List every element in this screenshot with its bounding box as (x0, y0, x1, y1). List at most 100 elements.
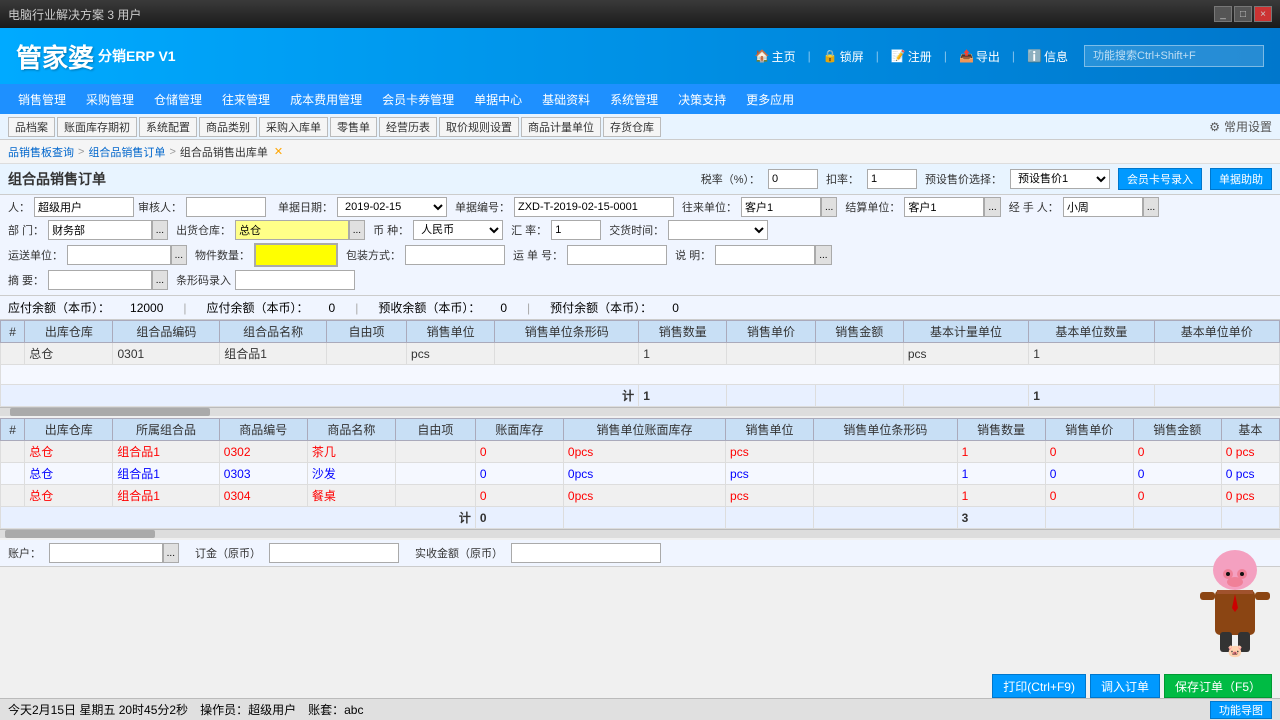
toolbar-product-file[interactable]: 品档案 (8, 117, 55, 137)
note-input[interactable] (715, 245, 815, 265)
barcode-input[interactable] (235, 270, 355, 290)
maximize-btn[interactable]: □ (1234, 6, 1252, 22)
help-btn[interactable]: 单据助助 (1210, 168, 1272, 190)
dept-input[interactable] (48, 220, 152, 240)
menu-bills[interactable]: 单据中心 (464, 87, 532, 112)
ship-select-btn[interactable]: ... (171, 245, 187, 265)
main-table-summary: 计 1 1 (1, 385, 1280, 407)
toolbar-settings[interactable]: ⚙ 常用设置 (1209, 118, 1272, 135)
menu-cost[interactable]: 成本费用管理 (280, 87, 372, 112)
remarks-select-btn[interactable]: ... (152, 270, 168, 290)
close-btn[interactable]: × (1254, 6, 1272, 22)
sub-col-amount: 销售金额 (1133, 419, 1221, 441)
qty-label: 物件数量： (195, 247, 250, 263)
toolbar-retail[interactable]: 零售单 (330, 117, 377, 137)
toolbar-measure[interactable]: 商品计量单位 (521, 117, 601, 137)
toolbar-product-category[interactable]: 商品类别 (199, 117, 257, 137)
table-row-empty (1, 365, 1280, 385)
tax-input[interactable] (768, 169, 818, 189)
sub-col-price: 销售单价 (1045, 419, 1133, 441)
menu-decision[interactable]: 决策支持 (668, 87, 736, 112)
discount-input[interactable] (867, 169, 917, 189)
pack-label: 包装方式： (346, 247, 401, 263)
warehouse-select-btn[interactable]: ... (349, 220, 365, 240)
operator-input[interactable] (34, 197, 134, 217)
statusbar: 今天2月15日 星期五 20时45分2秒 操作员： 超级用户 账套： abc 功… (0, 698, 1280, 720)
member-card-btn[interactable]: 会员卡号录入 (1118, 168, 1202, 190)
account-select-btn[interactable]: ... (163, 543, 179, 563)
settle-input[interactable] (904, 197, 984, 217)
account-input[interactable] (49, 543, 163, 563)
waybill-input[interactable] (567, 245, 667, 265)
sub-col-free: 自由项 (395, 419, 475, 441)
nav-lock[interactable]: 🔒 锁屏 (823, 48, 864, 65)
approver-input[interactable] (186, 197, 266, 217)
save-btn[interactable]: 保存订单（F5） (1164, 674, 1272, 698)
table-row[interactable]: 总仓 0301 组合品1 pcs 1 pcs 1 (1, 343, 1280, 365)
toolbar-history[interactable]: 经营历表 (379, 117, 437, 137)
import-btn[interactable]: 调入订单 (1090, 674, 1160, 698)
handler-input[interactable] (1063, 197, 1143, 217)
toolbar-purchase-in[interactable]: 采购入库单 (259, 117, 328, 137)
sub-table-row[interactable]: 总仓 组合品1 0303 沙发 0 0pcs pcs 1 0 0 0 pcs (1, 463, 1280, 485)
menu-sales[interactable]: 销售管理 (8, 87, 76, 112)
menu-basic[interactable]: 基础资料 (532, 87, 600, 112)
header-search-input[interactable] (1084, 45, 1264, 67)
exchange-label: 交货时间： (609, 222, 664, 238)
breadcrumb-indicator: ✕ (274, 145, 283, 158)
sub-table-container: # 出库仓库 所属组合品 商品编号 商品名称 自由项 账面库存 销售单位账面库存… (0, 418, 1280, 530)
breadcrumb-item-2[interactable]: 组合品销售订单 (88, 144, 165, 160)
sub-table-scrollbar[interactable] (0, 530, 1280, 538)
sub-col-unit-stock: 销售单位账面库存 (563, 419, 725, 441)
rate-input[interactable] (551, 220, 601, 240)
nav-info[interactable]: ℹ️ 信息 (1027, 48, 1068, 65)
tax-label: 税率（%）： (701, 171, 760, 187)
handler-select-btn[interactable]: ... (1143, 197, 1159, 217)
toolbar-warehouse[interactable]: 存货仓库 (603, 117, 661, 137)
qty-input[interactable] (256, 245, 336, 265)
dept-select-btn[interactable]: ... (152, 220, 168, 240)
date-input[interactable]: 2019-02-15 (337, 197, 447, 217)
toolbar-account-stock[interactable]: 账面库存期初 (57, 117, 137, 137)
preset-select[interactable]: 预设售价1 (1010, 169, 1110, 189)
menu-purchase[interactable]: 采购管理 (76, 87, 144, 112)
settle-select-btn[interactable]: ... (984, 197, 1000, 217)
nav-register[interactable]: 📝 注册 (891, 48, 932, 65)
exchange-select[interactable] (668, 220, 768, 240)
ship-input[interactable] (67, 245, 171, 265)
cell-base-qty: 1 (1029, 343, 1154, 365)
note-select-btn[interactable]: ... (815, 245, 831, 265)
toolbar-config[interactable]: 系统配置 (139, 117, 197, 137)
toolbar-price-rules[interactable]: 取价规则设置 (439, 117, 519, 137)
pack-input[interactable] (405, 245, 505, 265)
partner-input[interactable] (741, 197, 821, 217)
warehouse-input[interactable] (235, 220, 349, 240)
breadcrumb-item-1[interactable]: 品销售板查询 (8, 144, 74, 160)
payable-value: 12000 (130, 301, 163, 315)
sub-col-unit: 销售单位 (726, 419, 814, 441)
main-table-container: # 出库仓库 组合品编码 组合品名称 自由项 销售单位 销售单位条形码 销售数量… (0, 320, 1280, 408)
menu-member[interactable]: 会员卡券管理 (372, 87, 464, 112)
menu-more[interactable]: 更多应用 (736, 87, 804, 112)
menu-relations[interactable]: 往来管理 (212, 87, 280, 112)
menu-warehouse[interactable]: 仓储管理 (144, 87, 212, 112)
partner-select-btn[interactable]: ... (821, 197, 837, 217)
cell-price (727, 343, 815, 365)
order-amount-input[interactable] (269, 543, 399, 563)
remarks-input[interactable] (48, 270, 152, 290)
col-free: 自由项 (327, 321, 407, 343)
approver-label: 审核人： (138, 199, 182, 215)
sub-col-qty: 销售数量 (957, 419, 1045, 441)
order-no-input[interactable] (514, 197, 674, 217)
sub-table-row[interactable]: 总仓 组合品1 0302 茶几 0 0pcs pcs 1 0 0 0 pcs (1, 441, 1280, 463)
main-table-scrollbar[interactable] (0, 408, 1280, 416)
function-map-btn[interactable]: 功能导图 (1210, 701, 1272, 719)
currency-select[interactable]: 人民币 (413, 220, 503, 240)
nav-export[interactable]: 📤 导出 (959, 48, 1000, 65)
minimize-btn[interactable]: _ (1214, 6, 1232, 22)
nav-home[interactable]: 🏠 主页 (755, 48, 796, 65)
menu-system[interactable]: 系统管理 (600, 87, 668, 112)
actual-amount-input[interactable] (511, 543, 661, 563)
sub-table-row[interactable]: 总仓 组合品1 0304 餐桌 0 0pcs pcs 1 0 0 0 pcs (1, 485, 1280, 507)
print-btn[interactable]: 打印(Ctrl+F9) (992, 674, 1086, 698)
